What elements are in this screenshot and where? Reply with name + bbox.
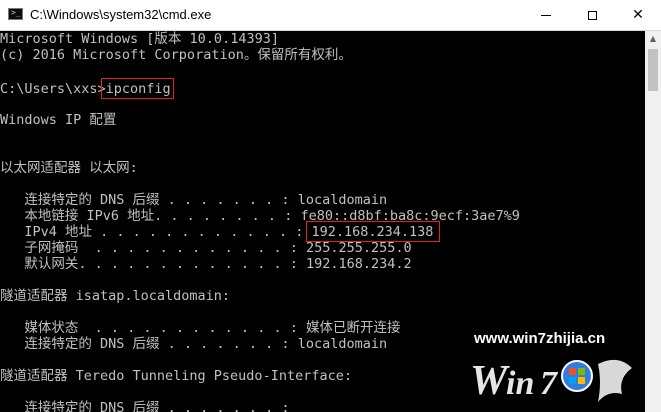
- maximize-button[interactable]: [569, 0, 615, 30]
- svg-text:W: W: [470, 358, 510, 404]
- console-line: 媒体状态 . . . . . . . . . . . . : 媒体已断开连接: [0, 320, 401, 336]
- console-line: 连接特定的 DNS 后缀 . . . . . . . : localdomain: [0, 336, 388, 352]
- console-line: 本地链接 IPv6 地址. . . . . . . . : fe80::d8bf…: [0, 208, 520, 224]
- console-line: 以太网适配器 以太网:: [0, 160, 138, 176]
- console-line: Windows IP 配置: [0, 112, 117, 128]
- svg-text:7: 7: [540, 365, 559, 402]
- ipv4-highlight: [306, 221, 440, 242]
- console-line: Microsoft Windows [版本 10.0.14393]: [0, 31, 279, 47]
- title-bar[interactable]: >_ C:\Windows\system32\cmd.exe ✕: [0, 0, 661, 31]
- cmd-window: >_ C:\Windows\system32\cmd.exe ✕ Microso…: [0, 0, 661, 412]
- console-line: 隧道适配器 isatap.localdomain:: [0, 288, 231, 304]
- maximize-icon: [587, 10, 597, 20]
- cmd-icon[interactable]: >_: [8, 8, 23, 20]
- close-button[interactable]: ✕: [615, 0, 661, 30]
- prompt-glyph: >_: [11, 8, 21, 17]
- site-watermark: W in 7 www.win7zhijia.cn: [462, 324, 642, 410]
- console-line: 默认网关. . . . . . . . . . . . . : 192.168.…: [0, 256, 412, 272]
- console-line: 连接特定的 DNS 后缀 . . . . . . . : localdomain: [0, 192, 388, 208]
- console-line: (c) 2016 Microsoft Corporation。保留所有权利。: [0, 47, 352, 63]
- command-highlight: [101, 78, 174, 99]
- console-line: 子网掩码 . . . . . . . . . . . . : 255.255.2…: [0, 240, 412, 256]
- scroll-up-icon[interactable]: ▲: [645, 31, 661, 47]
- svg-text:in: in: [506, 365, 534, 402]
- scroll-thumb[interactable]: [648, 49, 658, 91]
- close-icon: ✕: [632, 7, 644, 23]
- console-line: 隧道适配器 Teredo Tunneling Pseudo-Interface:: [0, 368, 352, 384]
- minimize-button[interactable]: [523, 0, 569, 30]
- console-line: 连接特定的 DNS 后缀 . . . . . . . :: [0, 400, 290, 412]
- minimize-icon: [541, 14, 551, 16]
- window-title: C:\Windows\system32\cmd.exe: [30, 7, 212, 22]
- vertical-scrollbar[interactable]: ▲: [645, 31, 661, 412]
- watermark-url: www.win7zhijia.cn: [474, 330, 606, 347]
